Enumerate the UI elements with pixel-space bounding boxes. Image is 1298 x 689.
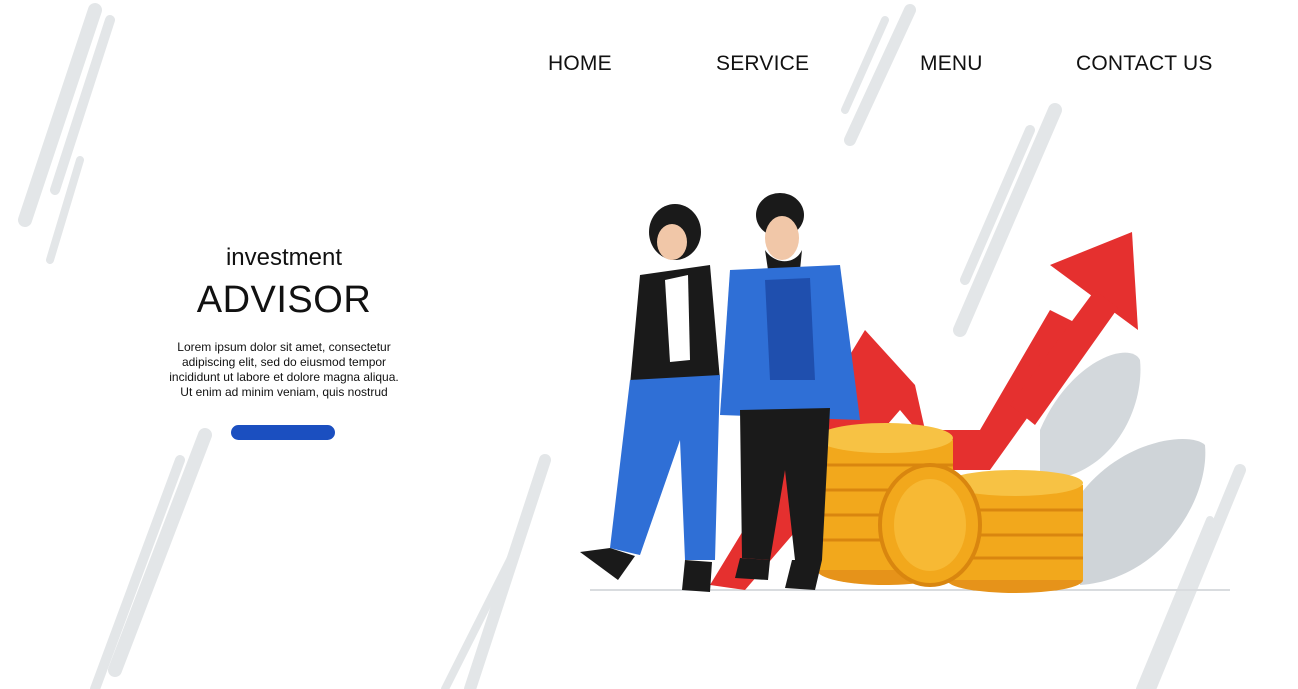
hero-body-line: Lorem ipsum dolor sit amet, consectetur [177, 340, 391, 354]
hero-text-block: investment ADVISOR Lorem ipsum dolor sit… [150, 240, 418, 400]
main-navigation: HOME SERVICE MENU CONTACT US [0, 52, 1298, 82]
hero-body-text: Lorem ipsum dolor sit amet, consectetur … [150, 340, 418, 400]
cta-button[interactable] [231, 425, 335, 440]
hero-kicker: investment [225, 244, 343, 271]
nav-menu-link[interactable]: MENU [920, 52, 983, 76]
hero-body-line: adipiscing elit, sed do eiusmod tempor [181, 355, 387, 369]
nav-service-link[interactable]: SERVICE [716, 52, 809, 76]
hero-title: ADVISOR [196, 279, 372, 321]
investment-illustration [580, 193, 1230, 593]
hero-body-line: incididunt ut labore et dolore magna ali… [169, 370, 399, 384]
hero-body-line: Ut enim ad minim veniam, quis nostrud [180, 385, 388, 399]
woman-figure [580, 204, 720, 592]
nav-home-link[interactable]: HOME [548, 52, 612, 76]
nav-contact-link[interactable]: CONTACT US [1076, 52, 1213, 76]
